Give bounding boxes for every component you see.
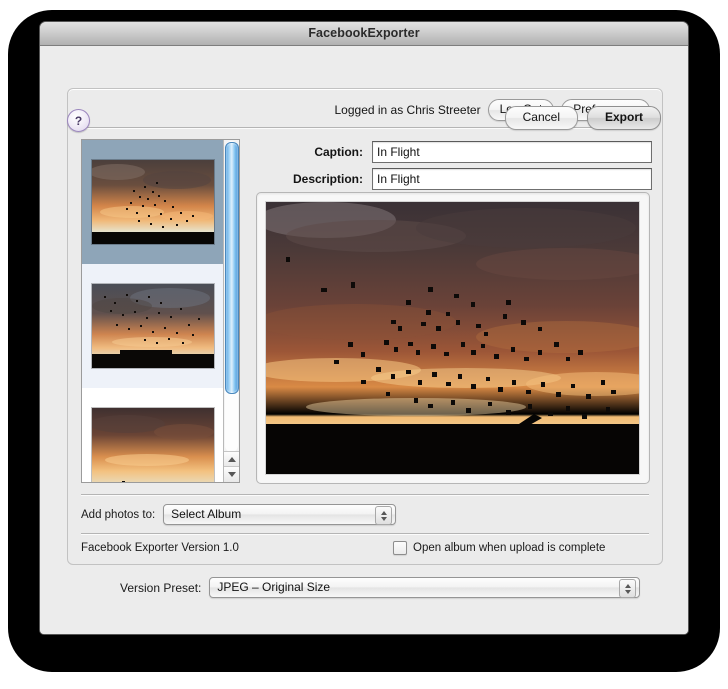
album-select[interactable]: Select Album — [163, 504, 396, 525]
stepper-up-icon — [625, 584, 631, 588]
divider-middle — [81, 494, 649, 495]
window-body: Logged in as Chris Streeter Log Out Pref… — [40, 46, 688, 634]
window-title: FacebookExporter — [40, 26, 688, 40]
open-album-checkbox-row[interactable]: Open album when upload is complete — [393, 541, 605, 555]
window-titlebar[interactable]: FacebookExporter — [40, 22, 688, 46]
photo-preview-image — [266, 202, 639, 474]
scroll-down-arrow-icon[interactable] — [224, 466, 239, 482]
thumbnail-row-1[interactable] — [82, 140, 223, 264]
thumb-art-2 — [92, 284, 214, 368]
help-icon[interactable]: ? — [67, 109, 90, 132]
photo-preview-panel — [256, 192, 650, 484]
thumbnail-image-3 — [92, 408, 214, 483]
stepper-down-icon — [381, 517, 387, 521]
thumbnail-image-1 — [92, 160, 214, 244]
version-preset-row: Version Preset: JPEG – Original Size — [120, 577, 640, 598]
caption-row: Caption: — [256, 141, 652, 163]
main-group-box: Logged in as Chris Streeter Log Out Pref… — [67, 88, 663, 565]
caption-input[interactable] — [372, 141, 652, 163]
description-row: Description: — [256, 168, 652, 190]
facebook-exporter-window: FacebookExporter Logged in as Chris Stre… — [40, 22, 688, 634]
version-preset-selected-value: JPEG – Original Size — [217, 580, 330, 594]
stepper-down-icon — [625, 590, 631, 594]
album-selected-value: Select Album — [171, 507, 241, 521]
thumbnail-row-3[interactable] — [82, 388, 223, 483]
description-label: Description: — [256, 172, 363, 186]
thumbnail-row-2[interactable] — [82, 264, 223, 388]
stepper-up-icon — [381, 511, 387, 515]
photo-thumbnail-list[interactable] — [81, 139, 240, 483]
caption-label: Caption: — [256, 145, 363, 159]
version-text: Facebook Exporter Version 1.0 — [81, 542, 239, 554]
album-row: Add photos to: Select Album — [81, 504, 396, 525]
thumb-art-3 — [92, 408, 214, 483]
preset-stepper-icon[interactable] — [619, 579, 636, 598]
thumbnail-rows — [82, 140, 223, 482]
version-preset-select[interactable]: JPEG – Original Size — [209, 577, 640, 598]
scroll-up-arrow-icon[interactable] — [224, 451, 239, 467]
export-button[interactable]: Export — [587, 106, 661, 130]
cancel-button[interactable]: Cancel — [505, 106, 578, 130]
action-buttons: Cancel Export — [505, 106, 661, 130]
description-input[interactable] — [372, 168, 652, 190]
thumbnail-image-2 — [92, 284, 214, 368]
preview-art — [266, 202, 639, 474]
version-preset-label: Version Preset: — [120, 581, 201, 595]
scrollbar-thumb[interactable] — [225, 142, 239, 394]
login-status-text: Logged in as Chris Streeter — [335, 103, 481, 117]
divider-bottom — [81, 533, 649, 534]
thumbnail-scrollbar[interactable] — [223, 140, 239, 482]
album-stepper-icon[interactable] — [375, 506, 392, 525]
open-album-checkbox[interactable] — [393, 541, 407, 555]
thumb-art-1 — [92, 160, 214, 244]
open-album-label: Open album when upload is complete — [413, 542, 605, 554]
album-label: Add photos to: — [81, 509, 155, 521]
